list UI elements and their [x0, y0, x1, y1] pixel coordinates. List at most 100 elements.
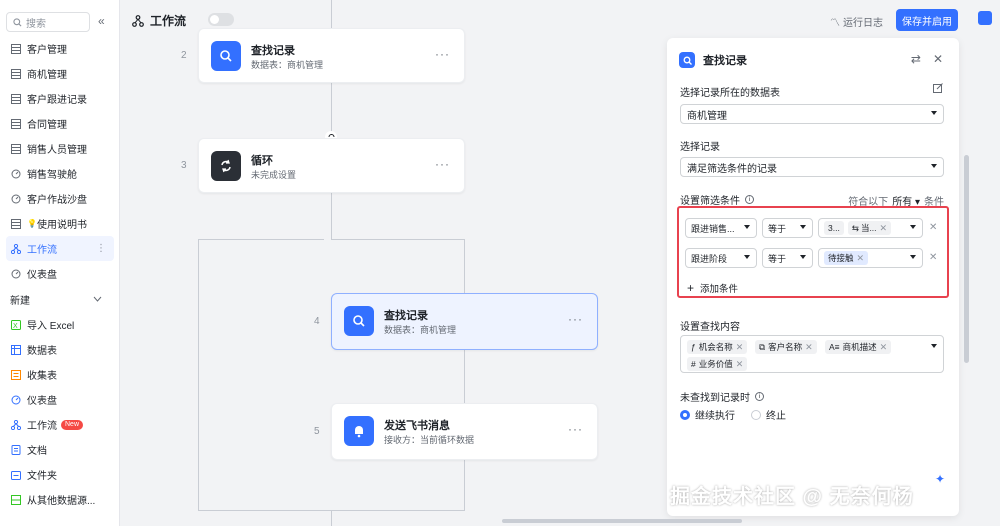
- sidebar-item-label: 销售驾驶舱: [27, 170, 77, 181]
- sidebar-item-contract[interactable]: 合同管理: [0, 111, 120, 136]
- new-doc[interactable]: 文档: [0, 437, 120, 462]
- sidebar-item-customer[interactable]: 客户管理: [0, 36, 120, 61]
- new-folder[interactable]: 文件夹: [0, 462, 120, 487]
- new-form[interactable]: 收集表: [0, 362, 120, 387]
- panel-actions: ⇄ ✕: [911, 52, 943, 66]
- new-dashboard[interactable]: 仪表盘: [0, 387, 120, 412]
- more-icon[interactable]: ⋮: [96, 243, 106, 254]
- sidebar-item-sales-staff[interactable]: 销售人员管理: [0, 136, 120, 161]
- sidebar-item-label: 工作流: [27, 421, 57, 432]
- more-icon[interactable]: ···: [435, 157, 450, 171]
- remove-chip-icon[interactable]: ✕: [805, 342, 813, 353]
- workflow-icon: [10, 243, 21, 254]
- lightbulb-emoji: 💡: [27, 219, 37, 228]
- sidebar-item-opportunity[interactable]: 商机管理: [0, 61, 120, 86]
- sidebar-item-label: 导入 Excel: [27, 321, 75, 332]
- more-icon[interactable]: ···: [568, 422, 583, 436]
- value-chip: 待接触 ✕: [824, 251, 869, 265]
- sidebar-item-workflow[interactable]: 工作流 ⋮: [6, 236, 114, 261]
- table-label: 选择记录所在的数据表: [680, 88, 780, 99]
- loop-icon: [211, 151, 241, 181]
- filter-label: 设置筛选条件 i: [680, 192, 754, 207]
- search-input[interactable]: 搜索: [6, 12, 90, 32]
- remove-chip-icon[interactable]: ✕: [880, 342, 888, 353]
- step-title: 查找记录: [251, 45, 295, 57]
- step-card-find-record[interactable]: 查找记录 数据表：商机管理 ···: [198, 28, 465, 83]
- step-subtitle: 数据表：商机管理: [384, 325, 457, 335]
- remove-chip-icon[interactable]: ✕: [880, 223, 888, 234]
- plus-icon: +: [687, 281, 695, 295]
- radio-selected-icon: [680, 409, 690, 420]
- link-icon: ⧉: [759, 341, 766, 352]
- new-import-excel[interactable]: X 导入 Excel: [0, 312, 120, 337]
- vertical-scrollbar[interactable]: [964, 155, 969, 363]
- search-icon: [344, 306, 374, 336]
- record-label: 选择记录: [680, 142, 720, 153]
- close-icon[interactable]: ✕: [933, 52, 943, 66]
- remove-chip-icon[interactable]: ✕: [736, 359, 744, 370]
- datasource-icon: [10, 494, 21, 505]
- new-workflow[interactable]: 工作流 New: [0, 412, 120, 437]
- sidebar-item-label: 商机管理: [27, 70, 67, 81]
- table-icon: [10, 118, 21, 129]
- sidebar-item-manual[interactable]: 💡 使用说明书: [0, 211, 120, 236]
- condition-operator: 等于: [768, 223, 787, 234]
- swap-icon[interactable]: ⇄: [911, 52, 921, 66]
- more-icon[interactable]: ···: [435, 47, 450, 61]
- chip-text: 待接触: [828, 253, 854, 263]
- step-card-send-message[interactable]: 发送飞书消息 接收方：当前循环数据 ···: [331, 403, 598, 460]
- search-placeholder: 搜索: [26, 18, 46, 30]
- condition-value-select[interactable]: 待接触 ✕: [818, 248, 923, 268]
- more-icon[interactable]: ···: [568, 312, 583, 326]
- horizontal-scrollbar[interactable]: [502, 519, 742, 523]
- filter-label-text: 设置筛选条件: [680, 196, 740, 207]
- condition-operator-select[interactable]: 等于: [762, 248, 813, 268]
- table-select[interactable]: 商机管理: [680, 104, 944, 124]
- collapse-sidebar-button[interactable]: «: [98, 14, 105, 28]
- external-link-icon[interactable]: [933, 83, 943, 96]
- chip-text: 业务价值: [698, 359, 733, 369]
- new-datasource[interactable]: 从其他数据源...: [0, 487, 120, 512]
- step-card-loop[interactable]: 循环 未完成设置 ···: [198, 138, 465, 193]
- new-section-header[interactable]: 新建: [0, 286, 120, 312]
- remove-chip-icon[interactable]: ✕: [736, 342, 744, 353]
- home-icon[interactable]: [978, 11, 992, 25]
- chevron-down-icon: [93, 294, 102, 305]
- table-icon: [10, 43, 21, 54]
- field-chip: A≡ 商机描述 ✕: [825, 340, 892, 354]
- sidebar-item-followup[interactable]: 客户跟进记录: [0, 86, 120, 111]
- run-log-button[interactable]: 〽运行日志: [830, 14, 883, 29]
- radio-stop[interactable]: 终止: [751, 407, 786, 422]
- record-select[interactable]: 满足筛选条件的记录: [680, 157, 944, 177]
- sidebar-item-sandbox[interactable]: 客户作战沙盘: [0, 186, 120, 211]
- step-title: 查找记录: [384, 310, 428, 322]
- add-condition-button[interactable]: + 添加条件: [687, 281, 738, 295]
- condition-field-select[interactable]: 跟进阶段: [685, 248, 757, 268]
- condition-value-select[interactable]: 3... ⇆ 当... ✕: [818, 218, 923, 238]
- content-fields-select[interactable]: ƒ 机会名称 ✕ ⧉ 客户名称 ✕ A≡ 商机描述 ✕ # 业务价值 ✕: [680, 335, 944, 373]
- sidebar-item-dashboard[interactable]: 仪表盘: [0, 261, 120, 286]
- caret-down-icon: [910, 225, 916, 229]
- text-icon: A≡: [829, 342, 840, 352]
- ai-sparkle-icon[interactable]: ✦: [935, 472, 945, 486]
- table-icon: [10, 93, 21, 104]
- step-card-find-record-selected[interactable]: 查找记录 数据表：商机管理 ···: [331, 293, 598, 350]
- delete-condition-icon[interactable]: ✕: [929, 252, 937, 263]
- chip-text: 3...: [828, 223, 840, 233]
- chip-text: 商机描述: [842, 342, 877, 352]
- user-icon: ⇆: [851, 222, 859, 233]
- save-and-enable-button[interactable]: 保存并启用: [896, 9, 958, 31]
- new-datatable[interactable]: 数据表: [0, 337, 120, 362]
- delete-condition-icon[interactable]: ✕: [929, 222, 937, 233]
- sidebar-item-label: 销售人员管理: [27, 145, 87, 156]
- connector-line: [331, 83, 332, 138]
- condition-operator-select[interactable]: 等于: [762, 218, 813, 238]
- folder-icon: [10, 469, 21, 480]
- remove-chip-icon[interactable]: ✕: [857, 253, 865, 264]
- radio-unselected-icon: [751, 409, 761, 420]
- table-icon: [10, 68, 21, 79]
- enable-toggle[interactable]: [208, 13, 234, 26]
- condition-field-select[interactable]: 跟进销售...: [685, 218, 757, 238]
- radio-continue[interactable]: 继续执行: [680, 407, 735, 422]
- sidebar-item-cockpit[interactable]: 销售驾驶舱: [0, 161, 120, 186]
